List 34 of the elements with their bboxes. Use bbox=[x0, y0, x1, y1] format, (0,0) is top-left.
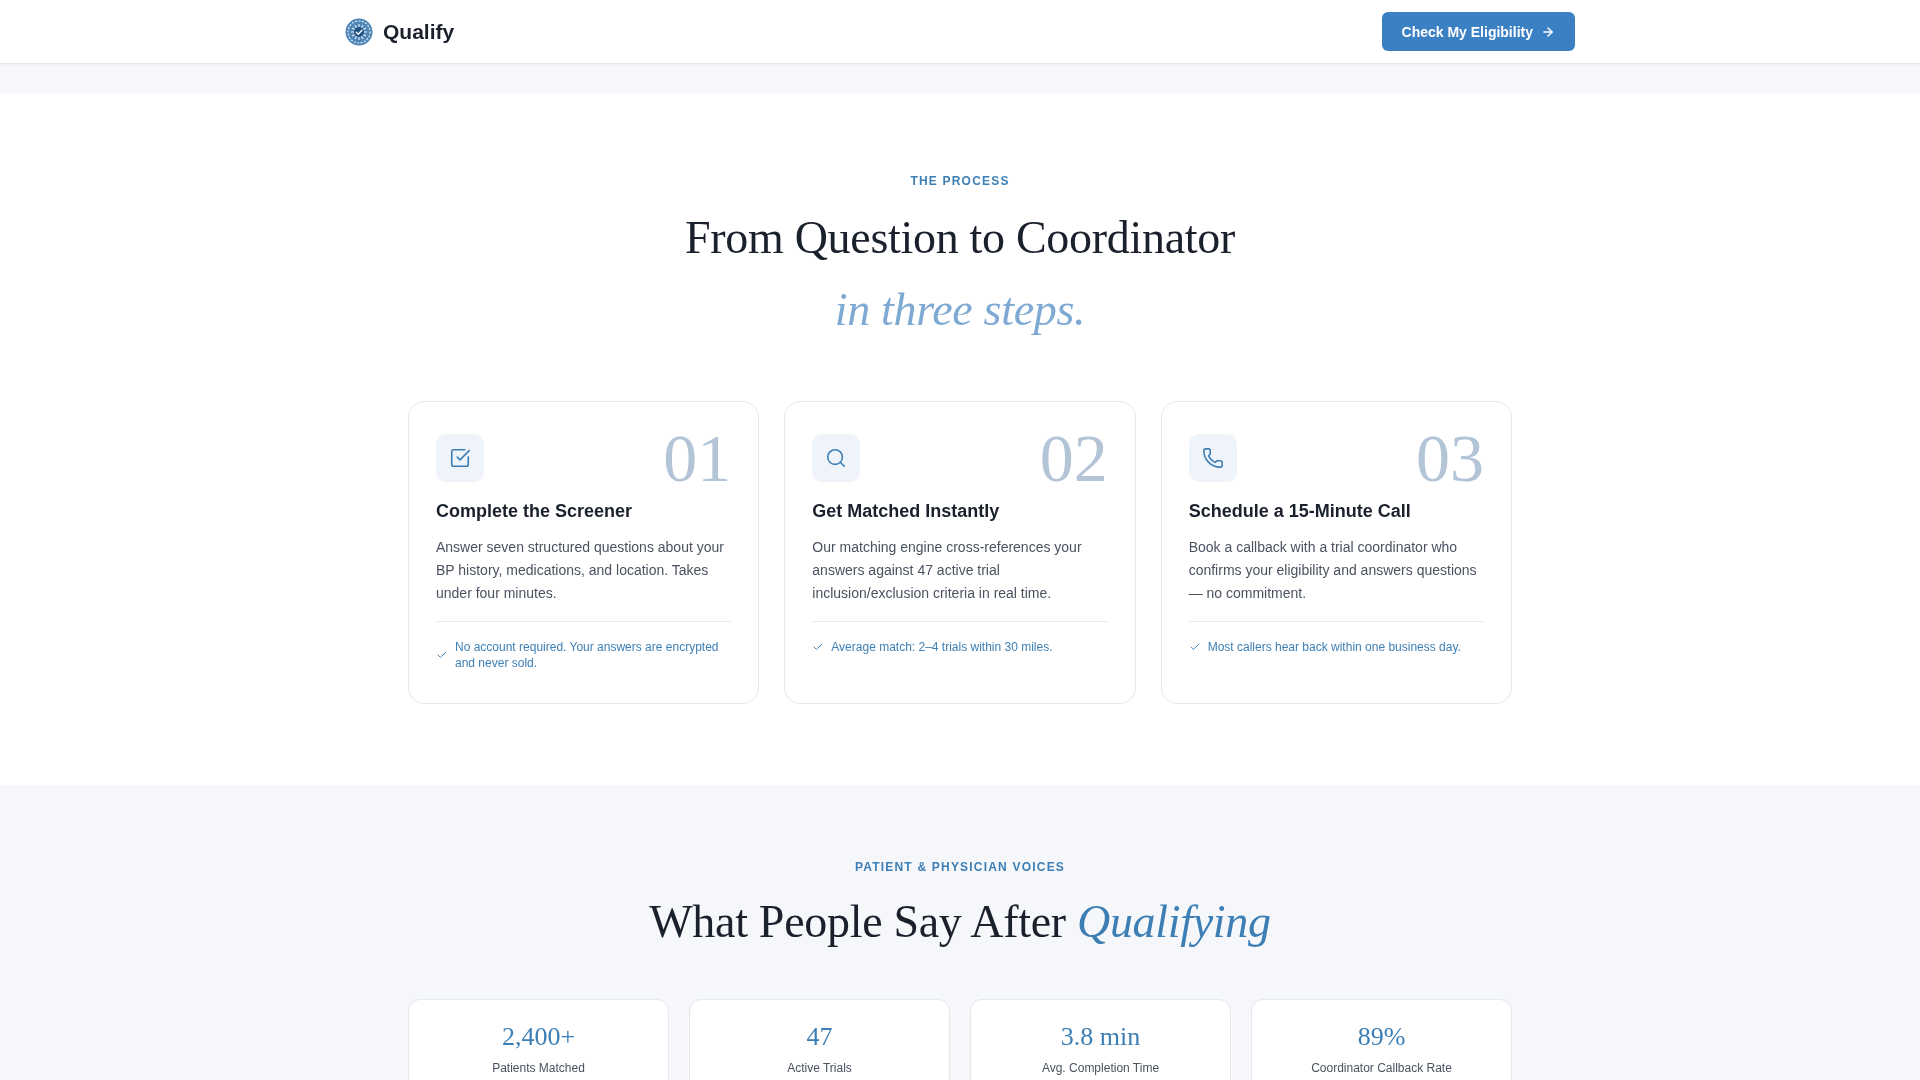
step-number: 01 bbox=[663, 434, 732, 482]
search-icon bbox=[812, 434, 861, 482]
section-title: From Question to Coordinator bbox=[685, 211, 1235, 265]
step-note: Most callers hear back within one business day. bbox=[1207, 639, 1461, 655]
step-number: 03 bbox=[1416, 434, 1484, 482]
section-eyebrow: THE PROCESS bbox=[910, 173, 1010, 189]
phone-icon bbox=[1188, 434, 1237, 482]
step-title: Schedule a 15-Minute Call bbox=[1188, 500, 1412, 523]
stat-value: 47 bbox=[806, 1021, 833, 1052]
stat-label: Patients Matched bbox=[492, 1060, 585, 1076]
stat-value: 3.8 min bbox=[1060, 1021, 1141, 1052]
logo-icon bbox=[345, 17, 373, 46]
step-note: Average match: 2–4 trials within 30 miles. bbox=[831, 639, 1053, 655]
check-icon bbox=[436, 649, 448, 661]
step-number: 02 bbox=[1039, 434, 1108, 482]
stat-label: Coordinator Callback Rate bbox=[1311, 1060, 1452, 1076]
stat-value: 2,400+ bbox=[501, 1021, 576, 1052]
checkbox-icon bbox=[436, 434, 484, 482]
section-title: What People Say After Qualifying bbox=[649, 895, 1271, 949]
section-subtitle: in three steps. bbox=[834, 283, 1086, 337]
check-icon bbox=[812, 641, 825, 653]
step-description: Answer seven structured questions about your BP history, medications, and location. Takes under four minutes. bbox=[436, 538, 725, 603]
step-title: Complete the Screener bbox=[436, 500, 634, 523]
step-title: Get Matched Instantly bbox=[812, 500, 1001, 523]
step-description: Our matching engine cross-references your answers against 47 active trial inclusion/exclusion criteria in real time. bbox=[812, 538, 1083, 603]
check-icon bbox=[1188, 641, 1201, 653]
check-eligibility-button[interactable]: Check My Eligibility bbox=[1381, 12, 1575, 51]
step-note: No account required. Your answers are encrypted and never sold. bbox=[455, 639, 720, 671]
stat-label: Avg. Completion Time bbox=[1041, 1060, 1160, 1076]
stat-value: 89% bbox=[1357, 1021, 1406, 1052]
step-description: Book a callback with a trial coordinator who confirms your eligibility and answers questions — no commitment. bbox=[1188, 538, 1478, 603]
brand-name: Qualify bbox=[383, 19, 455, 44]
section-eyebrow: PATIENT & PHYSICIAN VOICES bbox=[854, 859, 1066, 875]
stat-label: Active Trials bbox=[787, 1060, 852, 1076]
